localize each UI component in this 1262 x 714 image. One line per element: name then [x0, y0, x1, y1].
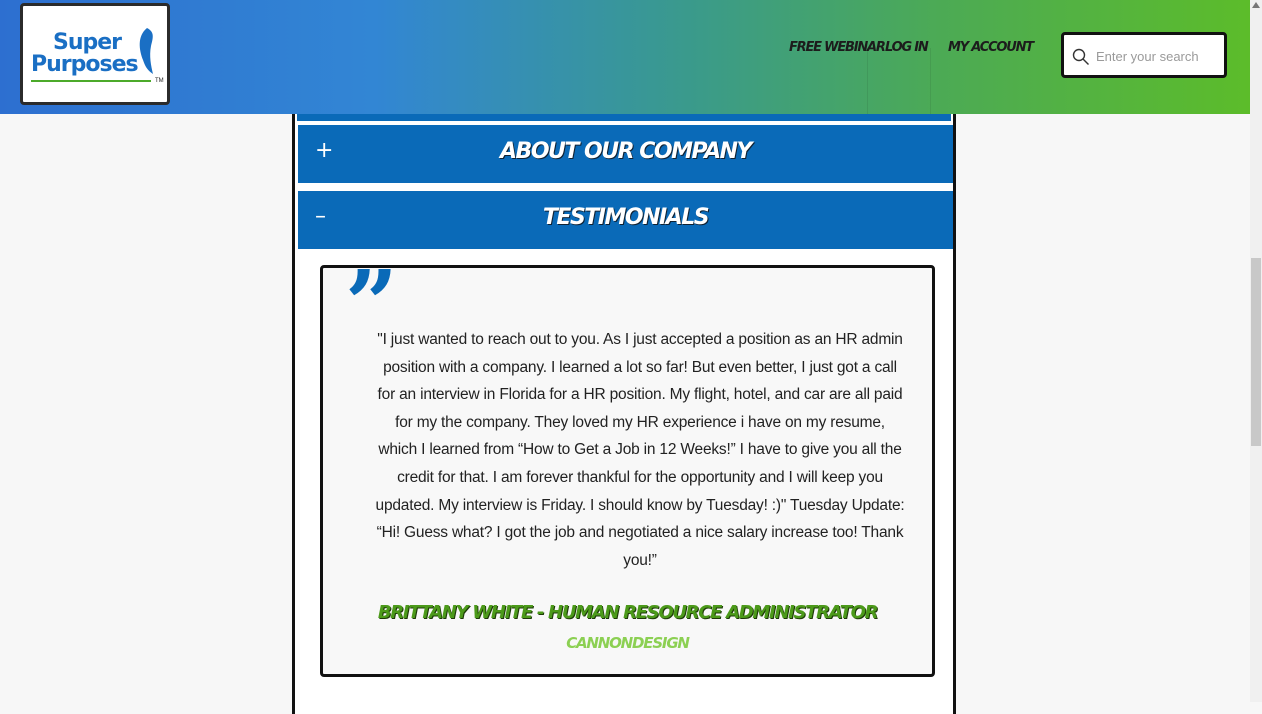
logo-swoosh-icon	[139, 28, 153, 74]
nav-log-in[interactable]: LOG IN	[885, 40, 929, 55]
nav-my-account[interactable]: MY ACCOUNT	[948, 40, 1034, 55]
scroll-up-arrow-icon[interactable]	[1252, 2, 1260, 8]
logo-trademark: TM	[155, 78, 164, 84]
search-input[interactable]	[1094, 43, 1224, 69]
nav-free-webinar[interactable]: FREE WEBINAR	[789, 40, 886, 55]
logo-text-line2: Purposes	[31, 52, 139, 77]
site-header: Super Purposes TM FREE WEBINAR LOG IN MY…	[0, 0, 1250, 132]
search-icon[interactable]	[1072, 48, 1090, 66]
search-box[interactable]	[1061, 32, 1227, 78]
testimonial-author: BRITTANY WHITE - HUMAN RESOURCE ADMINIST…	[377, 602, 879, 623]
accordion-title: ABOUT OUR COMPANY	[500, 139, 752, 164]
accordion-title: TESTIMONIALS	[542, 205, 710, 230]
logo-underline	[31, 80, 151, 82]
accordion-about-our-company[interactable]: + ABOUT OUR COMPANY	[298, 125, 953, 183]
page-scrollbar[interactable]	[1250, 0, 1262, 702]
previous-section-edge	[297, 114, 951, 121]
testimonial-text: "I just wanted to reach out to you. As I…	[375, 331, 905, 569]
testimonial-card: ” "I just wanted to reach out to you. As…	[320, 258, 935, 677]
accordion-testimonials[interactable]: – TESTIMONIALS	[298, 191, 953, 249]
scroll-thumb[interactable]	[1251, 258, 1261, 446]
testimonial-company: CANNONDESIGN	[566, 634, 690, 652]
site-logo[interactable]: Super Purposes TM	[20, 3, 170, 105]
